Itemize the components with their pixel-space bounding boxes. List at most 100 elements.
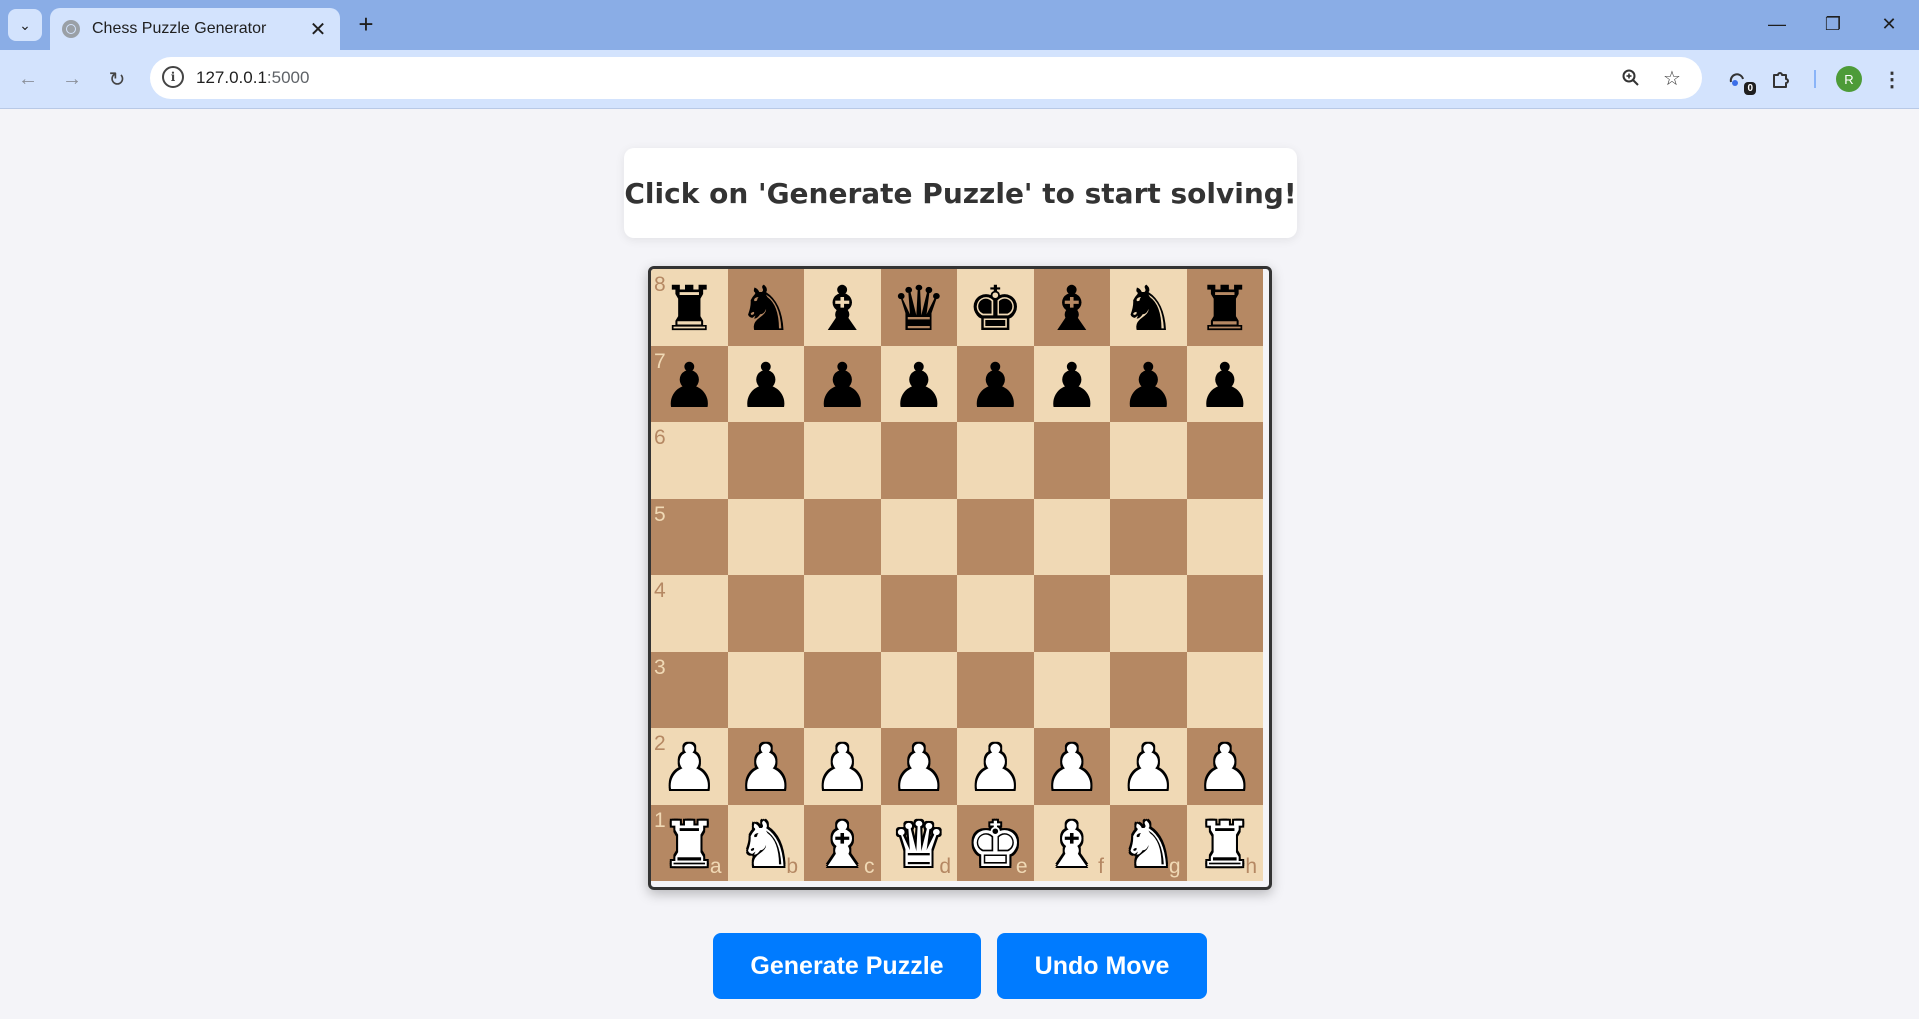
square-e2[interactable]: ♟ — [957, 728, 1034, 805]
black-pawn-icon[interactable]: ♟ — [1120, 354, 1176, 417]
forward-button[interactable]: → — [56, 63, 88, 95]
extension-counter-icon[interactable]: 0 — [1722, 63, 1756, 95]
black-pawn-icon[interactable]: ♟ — [661, 354, 717, 417]
square-h3[interactable] — [1186, 651, 1263, 728]
square-f4[interactable] — [1033, 575, 1110, 652]
square-e4[interactable] — [957, 575, 1034, 652]
square-d8[interactable]: ♛ — [880, 269, 957, 346]
zoom-icon[interactable] — [1618, 65, 1644, 91]
url-text[interactable]: 127.0.0.1:5000 — [196, 68, 309, 88]
square-a6[interactable]: 6 — [651, 422, 728, 499]
square-h7[interactable]: ♟ — [1186, 345, 1263, 422]
square-c2[interactable]: ♟ — [804, 728, 881, 805]
black-king-icon[interactable]: ♚ — [967, 278, 1023, 340]
profile-avatar[interactable]: R — [1836, 66, 1862, 92]
square-c1[interactable]: c ♝ — [804, 804, 881, 881]
square-g5[interactable] — [1110, 498, 1187, 575]
square-f7[interactable]: ♟ — [1033, 345, 1110, 422]
restore-button[interactable]: ❐ — [1810, 8, 1856, 40]
square-c5[interactable] — [804, 498, 881, 575]
white-pawn-icon[interactable]: ♟ — [967, 737, 1023, 799]
white-rook-icon[interactable]: ♜ — [661, 813, 717, 876]
square-c7[interactable]: ♟ — [804, 345, 881, 422]
extensions-puzzle-icon[interactable] — [1765, 63, 1797, 95]
white-pawn-icon[interactable]: ♟ — [891, 737, 947, 799]
square-c4[interactable] — [804, 575, 881, 652]
square-d7[interactable]: ♟ — [880, 345, 957, 422]
white-pawn-icon[interactable]: ♟ — [814, 737, 870, 799]
square-b3[interactable] — [727, 651, 804, 728]
square-d2[interactable]: ♟ — [880, 728, 957, 805]
square-f3[interactable] — [1033, 651, 1110, 728]
black-rook-icon[interactable]: ♜ — [661, 278, 717, 340]
square-g2[interactable]: ♟ — [1110, 728, 1187, 805]
square-a3[interactable]: 3 — [651, 651, 728, 728]
undo-move-button[interactable]: Undo Move — [997, 933, 1207, 999]
square-b7[interactable]: ♟ — [727, 345, 804, 422]
square-g6[interactable] — [1110, 422, 1187, 499]
square-h8[interactable]: ♜ — [1186, 269, 1263, 346]
square-e7[interactable]: ♟ — [957, 345, 1034, 422]
menu-kebab-icon[interactable]: ⋮ — [1876, 63, 1908, 95]
black-pawn-icon[interactable]: ♟ — [1044, 354, 1100, 417]
square-a4[interactable]: 4 — [651, 575, 728, 652]
black-queen-icon[interactable]: ♛ — [891, 278, 947, 340]
square-b4[interactable] — [727, 575, 804, 652]
reload-button[interactable]: ↻ — [101, 63, 133, 95]
black-bishop-icon[interactable]: ♝ — [1044, 278, 1100, 340]
square-e8[interactable]: ♚ — [957, 269, 1034, 346]
white-pawn-icon[interactable]: ♟ — [738, 737, 794, 799]
square-d3[interactable] — [880, 651, 957, 728]
white-bishop-icon[interactable]: ♝ — [814, 813, 870, 876]
square-g8[interactable]: ♞ — [1110, 269, 1187, 346]
white-knight-icon[interactable]: ♞ — [738, 813, 794, 876]
square-d4[interactable] — [880, 575, 957, 652]
close-window-button[interactable]: ✕ — [1866, 8, 1912, 40]
white-pawn-icon[interactable]: ♟ — [661, 737, 717, 799]
square-a7[interactable]: 7 ♟ — [651, 345, 728, 422]
white-bishop-icon[interactable]: ♝ — [1044, 813, 1100, 876]
black-bishop-icon[interactable]: ♝ — [814, 278, 870, 340]
address-bar[interactable]: i 127.0.0.1:5000 ☆ — [150, 57, 1702, 99]
square-d6[interactable] — [880, 422, 957, 499]
square-h4[interactable] — [1186, 575, 1263, 652]
tab-close-icon[interactable]: ✕ — [306, 17, 330, 41]
square-g3[interactable] — [1110, 651, 1187, 728]
square-b2[interactable]: ♟ — [727, 728, 804, 805]
square-h2[interactable]: ♟ — [1186, 728, 1263, 805]
square-a8[interactable]: 8 ♜ — [651, 269, 728, 346]
white-pawn-icon[interactable]: ♟ — [1044, 737, 1100, 799]
generate-puzzle-button[interactable]: Generate Puzzle — [713, 933, 981, 999]
square-h5[interactable] — [1186, 498, 1263, 575]
white-king-icon[interactable]: ♚ — [967, 813, 1023, 876]
minimize-button[interactable]: — — [1754, 8, 1800, 40]
black-pawn-icon[interactable]: ♟ — [967, 354, 1023, 417]
black-pawn-icon[interactable]: ♟ — [891, 354, 947, 417]
black-pawn-icon[interactable]: ♟ — [814, 354, 870, 417]
square-b1[interactable]: b ♞ — [727, 804, 804, 881]
square-e5[interactable] — [957, 498, 1034, 575]
square-a2[interactable]: 2 ♟ — [651, 728, 728, 805]
square-c6[interactable] — [804, 422, 881, 499]
square-f6[interactable] — [1033, 422, 1110, 499]
square-b8[interactable]: ♞ — [727, 269, 804, 346]
square-c3[interactable] — [804, 651, 881, 728]
site-info-icon[interactable]: i — [162, 66, 184, 88]
back-button[interactable]: ← — [12, 63, 44, 95]
square-a5[interactable]: 5 — [651, 498, 728, 575]
square-c8[interactable]: ♝ — [804, 269, 881, 346]
square-f1[interactable]: f ♝ — [1033, 804, 1110, 881]
white-pawn-icon[interactable]: ♟ — [1120, 737, 1176, 799]
black-knight-icon[interactable]: ♞ — [1120, 278, 1176, 340]
square-g1[interactable]: g ♞ — [1110, 804, 1187, 881]
browser-tab[interactable]: Chess Puzzle Generator ✕ — [50, 8, 340, 50]
square-f8[interactable]: ♝ — [1033, 269, 1110, 346]
white-rook-icon[interactable]: ♜ — [1197, 813, 1253, 876]
white-queen-icon[interactable]: ♛ — [891, 813, 947, 876]
square-b5[interactable] — [727, 498, 804, 575]
square-f5[interactable] — [1033, 498, 1110, 575]
square-g7[interactable]: ♟ — [1110, 345, 1187, 422]
square-d1[interactable]: d ♛ — [880, 804, 957, 881]
black-knight-icon[interactable]: ♞ — [738, 278, 794, 340]
tab-search-chevron-icon[interactable]: ⌄ — [8, 9, 42, 41]
